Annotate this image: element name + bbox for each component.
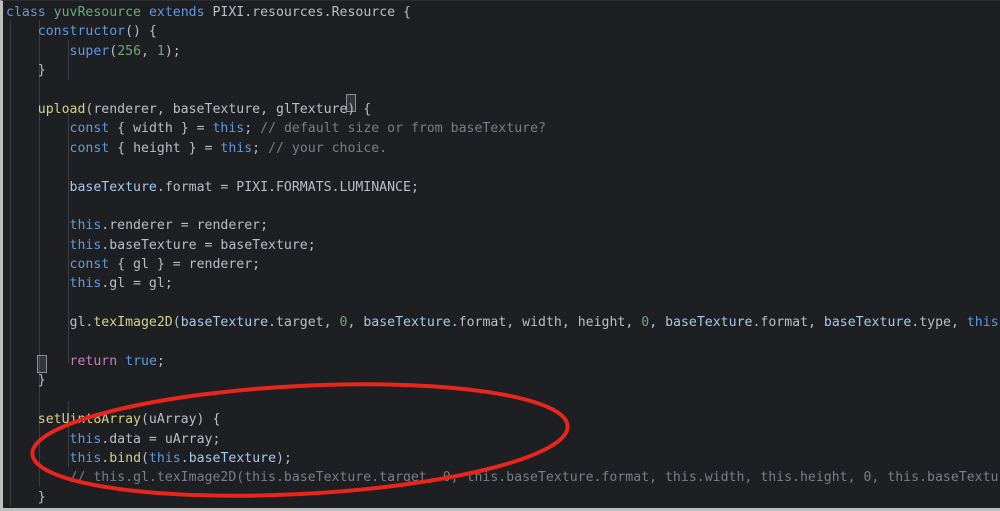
code-surface[interactable]: class yuvResource extends PIXI.resources… (6, 1, 1000, 506)
code-line-16[interactable] (6, 294, 1000, 313)
code-line-26[interactable]: } (6, 488, 1000, 506)
code-line-1[interactable]: class yuvResource extends PIXI.resources… (6, 3, 1000, 22)
code-line-13[interactable]: this.baseTexture = baseTexture; (6, 236, 1000, 255)
code-line-17[interactable]: gl.texImage2D(baseTexture.target, 0, bas… (6, 313, 1000, 332)
code-line-20[interactable]: } (6, 371, 1000, 390)
code-line-12[interactable]: this.renderer = renderer; (6, 216, 1000, 235)
code-line-8[interactable]: const { height } = this; // your choice. (6, 139, 1000, 158)
code-line-9[interactable] (6, 158, 1000, 177)
code-line-18[interactable] (6, 333, 1000, 352)
code-line-11[interactable] (6, 197, 1000, 216)
code-line-15[interactable]: this.gl = gl; (6, 274, 1000, 293)
code-line-10[interactable]: baseTexture.format = PIXI.FORMATS.LUMINA… (6, 178, 1000, 197)
code-line-22[interactable]: setUint8Array(uArray) { (6, 410, 1000, 429)
code-line-21[interactable] (6, 391, 1000, 410)
code-line-7[interactable]: const { width } = this; // default size … (6, 119, 1000, 138)
code-line-6[interactable]: upload(renderer, baseTexture, glTexture)… (6, 100, 1000, 119)
code-line-4[interactable]: } (6, 61, 1000, 80)
code-line-14[interactable]: const { gl } = renderer; (6, 255, 1000, 274)
code-line-2[interactable]: constructor() { (6, 22, 1000, 41)
code-line-24[interactable]: this.bind(this.baseTexture); (6, 449, 1000, 468)
code-line-25[interactable]: // this.gl.texImage2D(this.baseTexture.t… (6, 468, 1000, 487)
code-line-19[interactable]: return true; (6, 352, 1000, 371)
code-editor-screenshot: class yuvResource extends PIXI.resources… (0, 0, 1000, 511)
code-line-23[interactable]: this.data = uArray; (6, 430, 1000, 449)
code-line-3[interactable]: super(256, 1); (6, 42, 1000, 61)
editor-viewport: class yuvResource extends PIXI.resources… (0, 0, 1000, 511)
code-line-5[interactable] (6, 81, 1000, 100)
